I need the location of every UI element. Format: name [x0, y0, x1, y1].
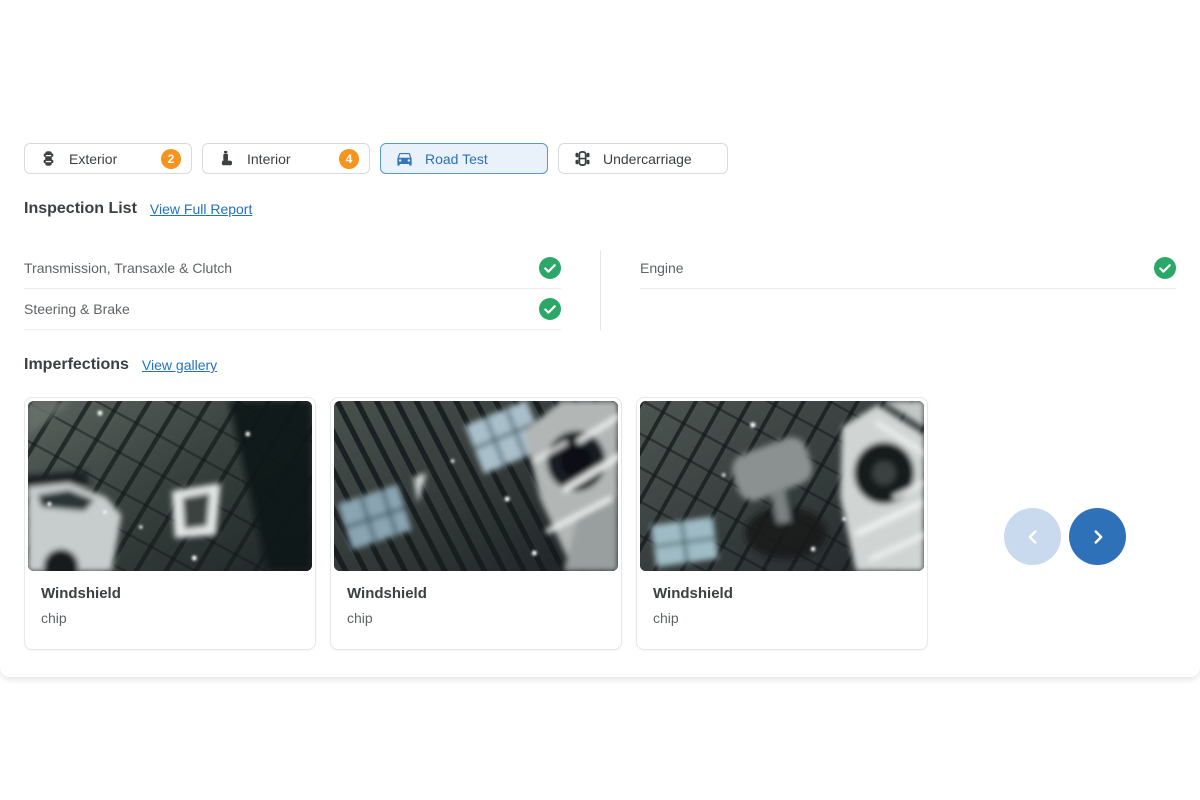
inspection-item: Engine — [640, 248, 1176, 289]
windshield-chip-photo — [334, 401, 618, 571]
issue-count-badge: 2 — [161, 148, 181, 169]
imperfection-type: chip — [347, 610, 373, 626]
tab-undercarriage[interactable]: Undercarriage — [558, 143, 728, 174]
view-full-report-link[interactable]: View Full Report — [150, 201, 252, 217]
windshield-chip-photo — [28, 401, 312, 571]
chevron-left-icon — [1022, 526, 1044, 548]
issue-count-badge: 4 — [339, 148, 359, 169]
imperfection-part: Windshield — [653, 585, 733, 602]
column-divider — [600, 250, 601, 330]
inspection-item: Steering & Brake — [24, 289, 561, 330]
windshield-chip-photo — [640, 401, 924, 571]
imperfection-part: Windshield — [347, 585, 427, 602]
inspection-list-right-column: Engine — [640, 248, 1176, 289]
inspection-list-title: Inspection List — [24, 200, 137, 217]
car-seat-icon — [217, 149, 236, 168]
imperfection-card-meta: Windshield chip — [637, 571, 927, 626]
imperfection-type: chip — [653, 610, 679, 626]
imperfection-card[interactable]: Windshield chip — [24, 397, 316, 650]
tab-interior[interactable]: Interior 4 — [202, 143, 370, 174]
imperfection-card[interactable]: Windshield chip — [330, 397, 622, 650]
inspection-item-label: Steering & Brake — [24, 301, 130, 317]
carousel-prev-button[interactable] — [1004, 508, 1061, 565]
tab-exterior[interactable]: Exterior 2 — [24, 143, 192, 174]
inspection-item: Transmission, Transaxle & Clutch — [24, 248, 561, 289]
view-gallery-link[interactable]: View gallery — [142, 357, 217, 373]
inspection-item-label: Engine — [640, 260, 684, 276]
imperfection-part: Windshield — [41, 585, 121, 602]
imperfection-type: chip — [41, 610, 67, 626]
car-exterior-icon — [39, 149, 58, 168]
car-front-icon — [395, 149, 414, 168]
pass-check-icon — [1154, 257, 1176, 279]
imperfection-cards: Windshield chip Windshield chip Windshie… — [24, 397, 928, 650]
inspection-list-header: Inspection List View Full Report — [24, 200, 252, 218]
imperfection-card-meta: Windshield chip — [331, 571, 621, 626]
page: { "tabs": [ { "label": "Exterior", "badg… — [0, 0, 1200, 800]
imperfections-header: Imperfections View gallery — [24, 356, 217, 374]
pass-check-icon — [539, 298, 561, 320]
tab-label: Interior — [247, 150, 291, 167]
pass-check-icon — [539, 257, 561, 279]
category-tabs: Exterior 2 Interior 4 Road Test Undercar… — [24, 143, 728, 174]
tab-label: Undercarriage — [603, 150, 692, 167]
imperfections-title: Imperfections — [24, 356, 129, 373]
inspection-report-panel: Exterior 2 Interior 4 Road Test Undercar… — [0, 0, 1200, 677]
inspection-item-label: Transmission, Transaxle & Clutch — [24, 260, 232, 276]
chevron-right-icon — [1087, 526, 1109, 548]
inspection-list-left-column: Transmission, Transaxle & Clutch Steerin… — [24, 248, 561, 330]
undercarriage-icon — [573, 149, 592, 168]
tab-label: Road Test — [425, 150, 488, 167]
tab-label: Exterior — [69, 150, 118, 167]
imperfection-card[interactable]: Windshield chip — [636, 397, 928, 650]
tab-road-test[interactable]: Road Test — [380, 143, 548, 174]
imperfection-card-meta: Windshield chip — [25, 571, 315, 626]
carousel-next-button[interactable] — [1069, 508, 1126, 565]
